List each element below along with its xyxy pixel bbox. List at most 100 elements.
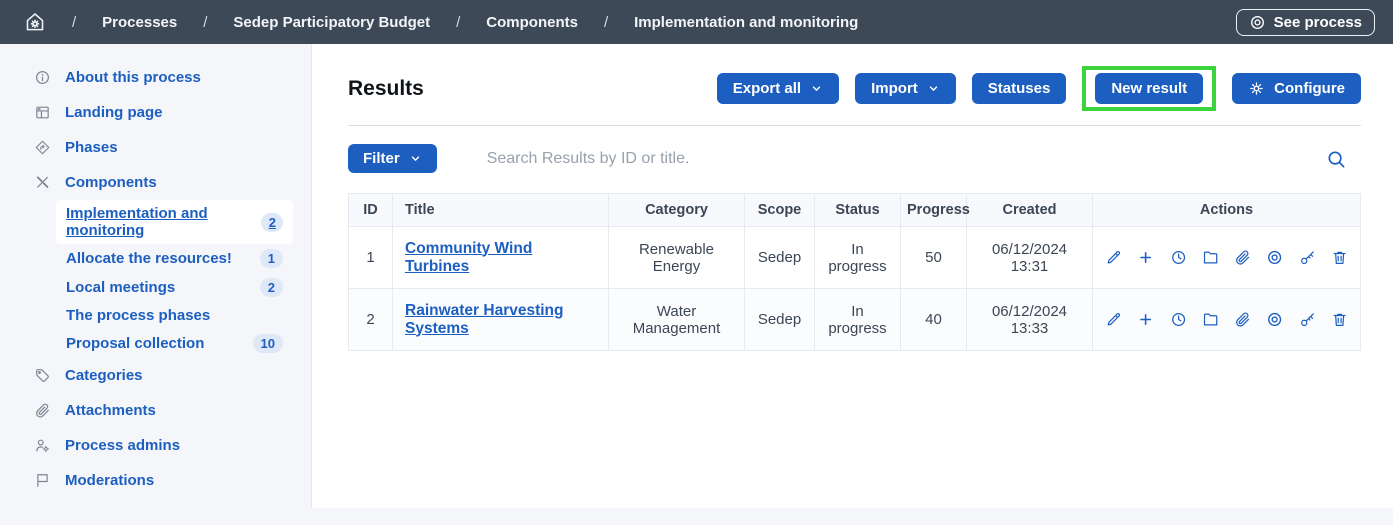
folder-icon[interactable] xyxy=(1202,310,1219,329)
delete-icon[interactable] xyxy=(1331,248,1348,267)
breadcrumb-separator: / xyxy=(72,14,76,31)
sidebar-item-components[interactable]: Components xyxy=(0,165,311,200)
user-gear-icon xyxy=(34,437,51,454)
result-title-link[interactable]: Rainwater Harvesting Systems xyxy=(405,302,564,337)
cell-created: 06/12/2024 13:31 xyxy=(967,227,1093,289)
folder-icon[interactable] xyxy=(1202,248,1219,267)
delete-icon[interactable] xyxy=(1331,310,1348,329)
table-row: 2 Rainwater Harvesting Systems Water Man… xyxy=(349,289,1361,351)
column-header-scope: Scope xyxy=(745,194,815,227)
edit-icon[interactable] xyxy=(1105,248,1122,267)
breadcrumb-item-process[interactable]: Sedep Participatory Budget xyxy=(233,14,430,31)
search-icon xyxy=(1325,148,1347,170)
column-header-actions: Actions xyxy=(1093,194,1361,227)
filter-label: Filter xyxy=(363,150,400,167)
sidebar-item-local-meetings[interactable]: Local meetings 2 xyxy=(56,273,293,302)
search-input[interactable] xyxy=(487,150,1325,168)
sidebar-item-label: Phases xyxy=(65,139,118,156)
configure-button[interactable]: Configure xyxy=(1232,73,1361,104)
sidebar-child-label: Local meetings xyxy=(66,279,175,296)
export-all-label: Export all xyxy=(733,80,801,97)
sidebar-child-label: Allocate the resources! xyxy=(66,250,232,267)
edit-icon[interactable] xyxy=(1105,310,1122,329)
cell-category: Renewable Energy xyxy=(609,227,745,289)
count-badge: 1 xyxy=(260,249,283,268)
add-icon[interactable] xyxy=(1137,310,1154,329)
eye-icon xyxy=(1249,14,1266,31)
attachment-icon[interactable] xyxy=(1234,248,1251,267)
toolbar: Export all Import Statuses New result xyxy=(717,66,1361,111)
sidebar-item-attachments[interactable]: Attachments xyxy=(0,393,311,428)
breadcrumb-separator: / xyxy=(456,14,460,31)
sidebar-child-label: The process phases xyxy=(66,307,210,324)
sidebar-item-process-admins[interactable]: Process admins xyxy=(0,428,311,463)
attachment-icon[interactable] xyxy=(1234,310,1251,329)
import-label: Import xyxy=(871,80,918,97)
sidebar-item-implementation-and-monitoring[interactable]: Implementation and monitoring 2 xyxy=(56,200,293,244)
column-header-progress: Progress xyxy=(901,194,967,227)
column-header-category: Category xyxy=(609,194,745,227)
filter-row: Filter xyxy=(348,144,1361,173)
sidebar-item-label: About this process xyxy=(65,69,201,86)
table-row: 1 Community Wind Turbines Renewable Ener… xyxy=(349,227,1361,289)
sidebar-item-label: Categories xyxy=(65,367,143,384)
route-icon xyxy=(34,139,51,156)
see-process-button[interactable]: See process xyxy=(1236,9,1375,36)
preview-icon[interactable] xyxy=(1266,248,1283,267)
sidebar-item-label: Landing page xyxy=(65,104,163,121)
preview-icon[interactable] xyxy=(1266,310,1283,329)
sidebar-item-about[interactable]: About this process xyxy=(0,60,311,95)
sidebar-child-label: Proposal collection xyxy=(66,335,204,352)
sidebar-child-label: Implementation and monitoring xyxy=(66,205,261,239)
cell-status: In progress xyxy=(815,289,901,351)
column-header-id: ID xyxy=(349,194,393,227)
search-button[interactable] xyxy=(1325,148,1347,170)
attachment-icon xyxy=(34,402,51,419)
new-result-highlight-box: New result xyxy=(1082,66,1216,111)
sidebar-item-the-process-phases[interactable]: The process phases xyxy=(56,302,293,329)
sidebar-item-label: Attachments xyxy=(65,402,156,419)
home-icon[interactable] xyxy=(24,11,46,33)
table-header-row: ID Title Category Scope Status Progress … xyxy=(349,194,1361,227)
permissions-icon[interactable] xyxy=(1299,310,1316,329)
tag-icon xyxy=(34,367,51,384)
topbar: / Processes / Sedep Participatory Budget… xyxy=(0,0,1393,44)
layout-icon xyxy=(34,104,51,121)
sidebar-item-categories[interactable]: Categories xyxy=(0,358,311,393)
cell-category: Water Management xyxy=(609,289,745,351)
breadcrumb-item-component[interactable]: Implementation and monitoring xyxy=(634,14,858,31)
cell-progress: 40 xyxy=(901,289,967,351)
sidebar-item-allocate-the-resources[interactable]: Allocate the resources! 1 xyxy=(56,244,293,273)
count-badge: 10 xyxy=(253,334,283,353)
export-all-button[interactable]: Export all xyxy=(717,73,839,104)
breadcrumb-item-processes[interactable]: Processes xyxy=(102,14,177,31)
main-content: Results Export all Import Statuses New r… xyxy=(312,44,1393,508)
chevron-down-icon xyxy=(927,82,940,95)
cell-scope: Sedep xyxy=(745,227,815,289)
sidebar-item-label: Process admins xyxy=(65,437,180,454)
sidebar-item-landing-page[interactable]: Landing page xyxy=(0,95,311,130)
tools-icon xyxy=(34,174,51,191)
cell-id: 1 xyxy=(349,227,393,289)
history-icon[interactable] xyxy=(1170,310,1187,329)
cell-status: In progress xyxy=(815,227,901,289)
statuses-button[interactable]: Statuses xyxy=(972,73,1067,104)
chevron-down-icon xyxy=(409,152,422,165)
sidebar-item-proposal-collection[interactable]: Proposal collection 10 xyxy=(56,329,293,358)
results-table: ID Title Category Scope Status Progress … xyxy=(348,193,1361,351)
column-header-status: Status xyxy=(815,194,901,227)
filter-button[interactable]: Filter xyxy=(348,144,437,173)
configure-label: Configure xyxy=(1274,80,1345,97)
history-icon[interactable] xyxy=(1170,248,1187,267)
breadcrumb-item-components[interactable]: Components xyxy=(486,14,578,31)
sidebar-item-moderations[interactable]: Moderations xyxy=(0,463,311,498)
sidebar: About this process Landing page Phases C… xyxy=(0,44,312,508)
breadcrumb-separator: / xyxy=(604,14,608,31)
new-result-button[interactable]: New result xyxy=(1095,73,1203,104)
import-button[interactable]: Import xyxy=(855,73,956,104)
result-title-link[interactable]: Community Wind Turbines xyxy=(405,240,532,275)
add-icon[interactable] xyxy=(1137,248,1154,267)
permissions-icon[interactable] xyxy=(1299,248,1316,267)
row-actions xyxy=(1105,310,1348,329)
sidebar-item-phases[interactable]: Phases xyxy=(0,130,311,165)
